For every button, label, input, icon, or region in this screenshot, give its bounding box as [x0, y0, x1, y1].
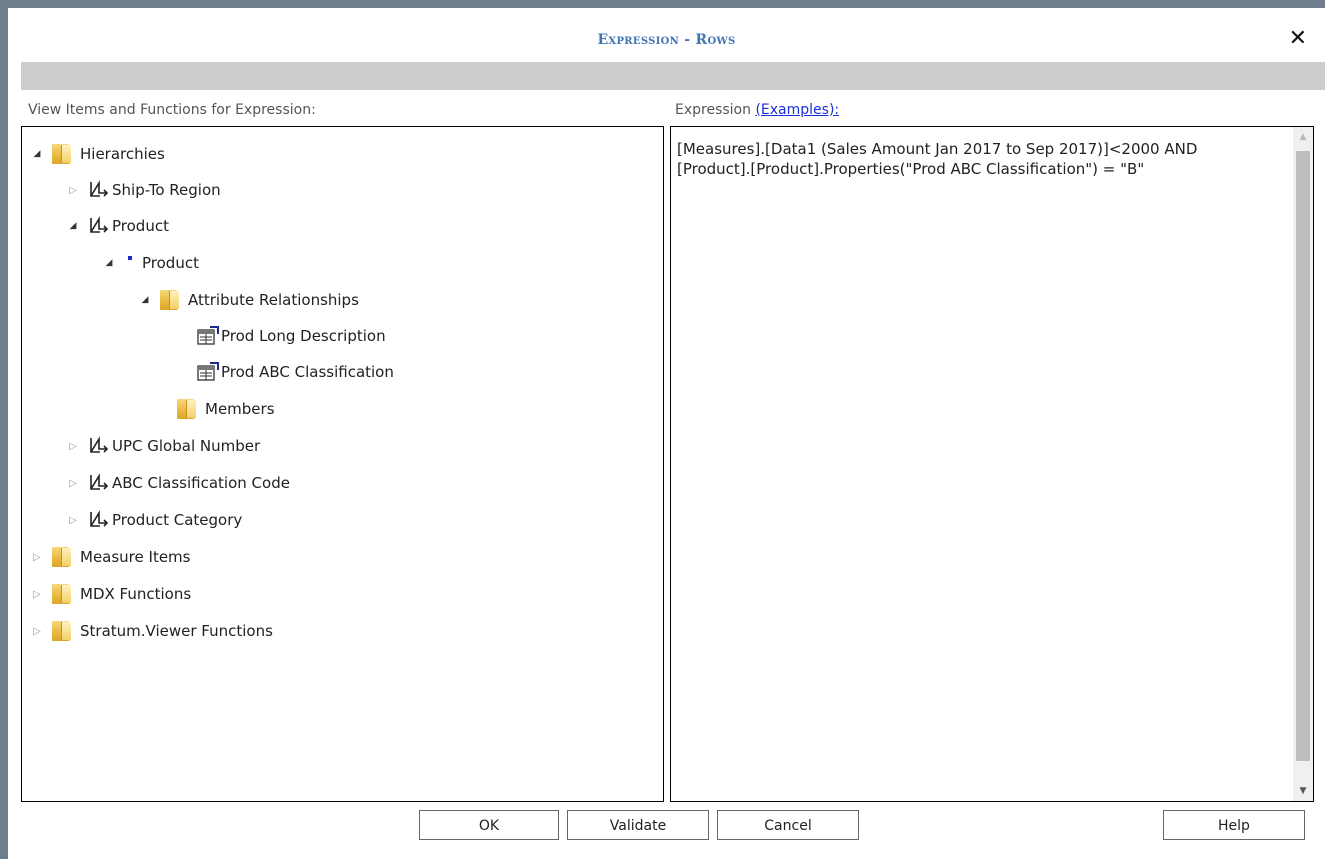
level-dot-icon [128, 256, 132, 260]
tree-item-prod-abc-classification[interactable]: Prod ABC Classification [196, 354, 394, 390]
property-icon [197, 362, 219, 381]
tree-item-abc-classification-code[interactable]: ▷ ABC Classification Code [66, 465, 290, 501]
tree-item-product-hierarchy[interactable]: ◢ Product [66, 208, 169, 244]
folder-icon [52, 621, 71, 641]
tree-item-label: Product Category [112, 511, 243, 529]
close-button[interactable]: ✕ [1289, 28, 1307, 50]
tree-item-label: Prod ABC Classification [221, 363, 394, 381]
cancel-button[interactable]: Cancel [717, 810, 859, 840]
tree-item-members[interactable]: Members [177, 391, 275, 427]
tree-item-label: Prod Long Description [221, 327, 386, 345]
examples-link[interactable]: (Examples): [755, 102, 839, 118]
scrollbar-thumb[interactable] [1296, 151, 1310, 761]
tree-item-label: UPC Global Number [112, 437, 261, 455]
tree-item-label: ABC Classification Code [112, 474, 290, 492]
tree-item-upc-global-number[interactable]: ▷ UPC Global Number [66, 428, 260, 464]
tree-item-measure-items[interactable]: ▷ Measure Items [30, 539, 190, 575]
tree-item-label: Measure Items [80, 548, 191, 566]
hierarchy-icon [90, 180, 109, 197]
tree-item-hierarchies[interactable]: ◢ Hierarchies [30, 136, 165, 172]
collapsed-triangle-icon[interactable]: ▷ [66, 441, 80, 452]
hierarchy-icon [90, 436, 109, 453]
tree-item-ship-to-region[interactable]: ▷ Ship-To Region [66, 172, 221, 208]
tree-item-label: MDX Functions [80, 585, 192, 603]
scroll-up-arrow-icon[interactable]: ▲ [1293, 127, 1313, 147]
expression-editor[interactable]: [Measures].[Data1 (Sales Amount Jan 2017… [670, 126, 1314, 802]
expanded-triangle-icon[interactable]: ◢ [138, 295, 152, 305]
tree-item-prod-long-description[interactable]: Prod Long Description [196, 318, 386, 354]
vertical-scrollbar[interactable]: ▲ ▼ [1293, 127, 1313, 801]
folder-icon [52, 584, 71, 604]
hierarchy-icon [90, 510, 109, 527]
collapsed-triangle-icon[interactable]: ▷ [30, 552, 44, 563]
items-tree[interactable]: ◢ Hierarchies ▷ Ship-To Region ◢ Product… [21, 126, 664, 802]
dialog-title-bar: Expression - Rows ✕ [8, 8, 1325, 62]
hierarchy-icon [90, 216, 109, 233]
expression-line-1: [Measures].[Data1 (Sales Amount Jan 2017… [677, 140, 1198, 158]
tree-item-label: Attribute Relationships [188, 291, 359, 309]
tree-item-label: Product [142, 254, 199, 272]
collapsed-triangle-icon[interactable]: ▷ [66, 185, 80, 196]
tree-item-label: Hierarchies [80, 145, 165, 163]
expression-dialog: Expression - Rows ✕ View Items and Funct… [8, 8, 1325, 859]
validate-button[interactable]: Validate [567, 810, 709, 840]
tree-item-label: Product [112, 217, 169, 235]
folder-icon [52, 144, 71, 164]
expanded-triangle-icon[interactable]: ◢ [30, 149, 44, 159]
tree-item-attribute-relationships[interactable]: ◢ Attribute Relationships [138, 282, 359, 318]
tree-item-product-level[interactable]: ◢ Product [102, 245, 199, 281]
scroll-down-arrow-icon[interactable]: ▼ [1293, 781, 1313, 801]
collapsed-triangle-icon[interactable]: ▷ [66, 478, 80, 489]
dialog-title: Expression - Rows [597, 32, 736, 48]
expression-line-2: [Product].[Product].Properties("Prod ABC… [677, 160, 1145, 178]
tree-pane-label: View Items and Functions for Expression: [28, 102, 316, 118]
help-button[interactable]: Help [1163, 810, 1305, 840]
folder-icon [177, 399, 196, 419]
tree-item-label: Members [205, 400, 275, 418]
tree-item-label: Stratum.Viewer Functions [80, 622, 273, 640]
expanded-triangle-icon[interactable]: ◢ [66, 221, 80, 231]
expanded-triangle-icon[interactable]: ◢ [102, 258, 116, 268]
ok-button[interactable]: OK [419, 810, 559, 840]
folder-icon [160, 290, 179, 310]
collapsed-triangle-icon[interactable]: ▷ [30, 626, 44, 637]
tree-item-stratum-viewer-functions[interactable]: ▷ Stratum.Viewer Functions [30, 613, 273, 649]
toolbar-strip [21, 62, 1325, 90]
expression-pane-label: Expression (Examples): [675, 102, 839, 118]
hierarchy-icon [90, 473, 109, 490]
property-icon [197, 326, 219, 345]
collapsed-triangle-icon[interactable]: ▷ [66, 515, 80, 526]
expression-label: Expression [675, 102, 751, 118]
tree-item-product-category[interactable]: ▷ Product Category [66, 502, 242, 538]
tree-item-label: Ship-To Region [112, 181, 221, 199]
tree-item-mdx-functions[interactable]: ▷ MDX Functions [30, 576, 191, 612]
collapsed-triangle-icon[interactable]: ▷ [30, 589, 44, 600]
expression-text[interactable]: [Measures].[Data1 (Sales Amount Jan 2017… [677, 139, 1289, 179]
folder-icon [52, 547, 71, 567]
